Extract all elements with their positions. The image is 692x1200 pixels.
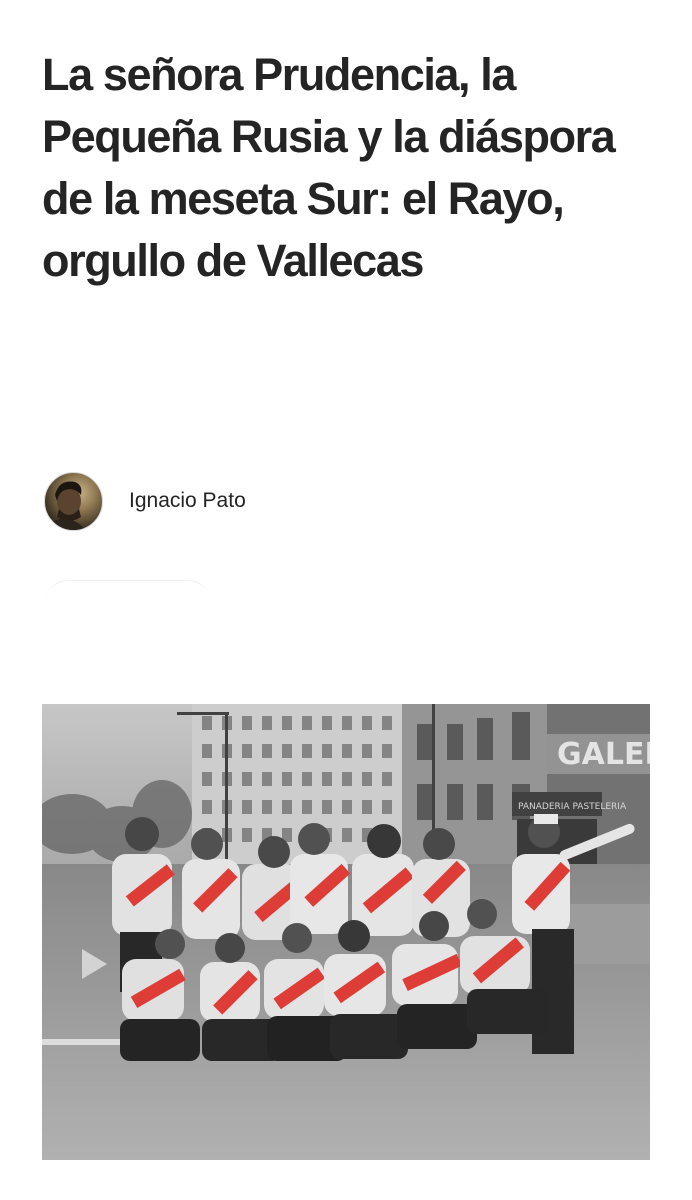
author-name[interactable]: Ignacio Pato	[129, 489, 246, 513]
article: La señora Prudencia, la Pequeña Rusia y …	[0, 0, 692, 1200]
author-byline: Ignacio Pato	[44, 471, 246, 531]
team-photo-image: GALER PANADERIA PASTELERIA	[42, 704, 650, 1160]
action-bar-top-edge	[46, 580, 210, 621]
hero-image[interactable]: GALER PANADERIA PASTELERIA	[42, 704, 650, 1160]
author-avatar[interactable]	[44, 471, 103, 531]
article-title: La señora Prudencia, la Pequeña Rusia y …	[42, 49, 616, 286]
avatar-portrait-icon	[47, 481, 85, 530]
